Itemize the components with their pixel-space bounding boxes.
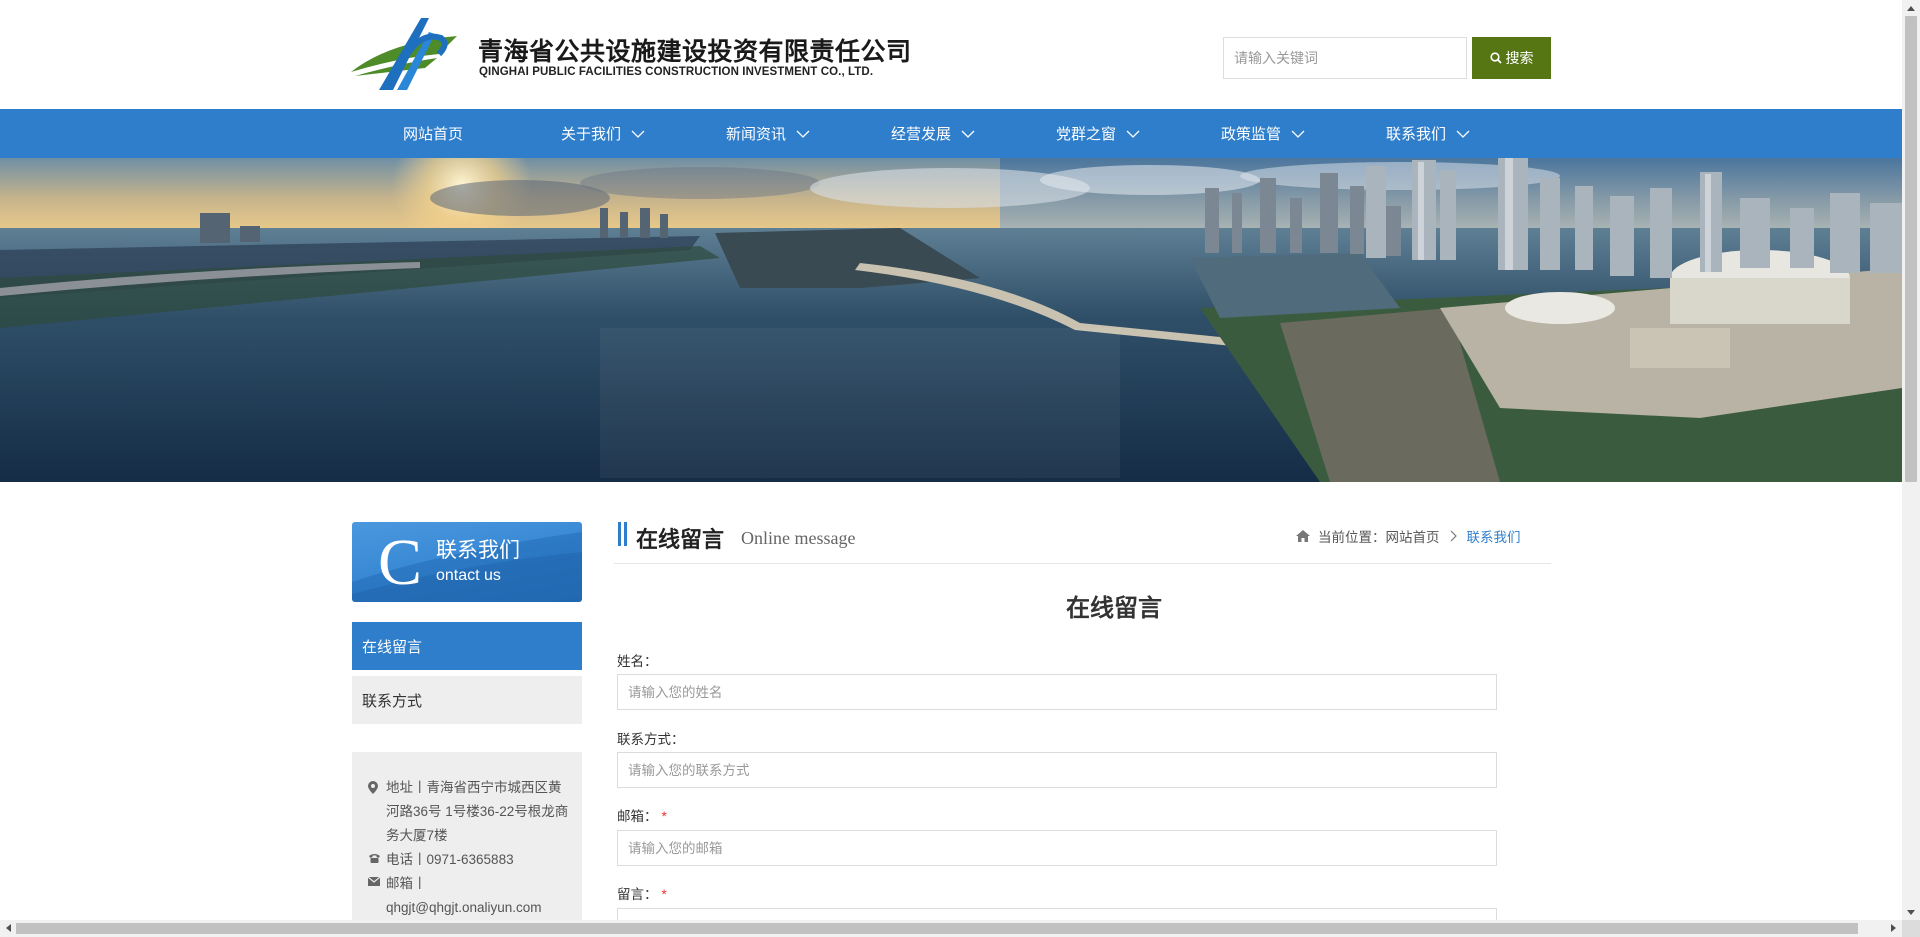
- contact-phone: 电话丨0971-6365883: [368, 848, 572, 872]
- chevron-down-icon: [1291, 130, 1305, 138]
- breadcrumb-home[interactable]: 网站首页: [1386, 526, 1440, 546]
- form-title: 在线留言: [1066, 594, 1162, 622]
- chevron-down-icon: [1456, 130, 1470, 138]
- scrollbar-corner: [1902, 920, 1920, 937]
- city-banner-image: [0, 158, 1902, 482]
- name-input[interactable]: [617, 674, 1497, 710]
- chevron-down-icon: [961, 130, 975, 138]
- contact-label-text: 联系方式：: [617, 732, 685, 747]
- nav-item-home[interactable]: 网站首页: [403, 109, 463, 158]
- contact-email-text: qhgjt@qhgjt.onaliyun.com: [386, 900, 542, 915]
- company-name-cn: 青海省公共设施建设投资有限责任公司: [478, 37, 912, 66]
- home-icon: [1296, 530, 1310, 542]
- scroll-right-arrow-icon[interactable]: [1885, 920, 1901, 936]
- contact-email: 邮箱丨: [368, 872, 572, 896]
- main-nav: 网站首页 关于我们 新闻资讯 经营发展 党群之窗 政策监管 联系我们: [0, 109, 1902, 158]
- title-divider: [614, 563, 1551, 564]
- email-field-label: 邮箱： *: [617, 805, 667, 825]
- contact-info-box: 地址丨青海省西宁市城西区黄河路36号 1号楼36-22号根龙商务大厦7楼 电话丨…: [352, 752, 582, 922]
- location-pin-icon: [368, 776, 386, 848]
- nav-item-news[interactable]: 新闻资讯: [726, 109, 810, 158]
- sidebar-header-title: 联系我们: [436, 539, 520, 562]
- sidebar-header-subtitle: ontact us: [436, 567, 501, 584]
- chevron-right-icon: [1450, 530, 1457, 542]
- scroll-up-arrow-icon[interactable]: [1903, 0, 1919, 16]
- contact-field-label: 联系方式：: [617, 728, 685, 748]
- contact-phone-text: 电话丨0971-6365883: [386, 852, 514, 867]
- nav-item-party[interactable]: 党群之窗: [1056, 109, 1140, 158]
- nav-item-about[interactable]: 关于我们: [561, 109, 645, 158]
- sidebar-header: C 联系我们 ontact us: [352, 522, 582, 602]
- nav-item-policy[interactable]: 政策监管: [1221, 109, 1305, 158]
- chevron-down-icon: [1126, 130, 1140, 138]
- search-button-label: 搜索: [1505, 50, 1534, 66]
- nav-item-contact[interactable]: 联系我们: [1386, 109, 1470, 158]
- breadcrumb: 当前位置： 网站首页 联系我们: [1296, 526, 1521, 546]
- contact-address: 地址丨青海省西宁市城西区黄河路36号 1号楼36-22号根龙商务大厦7楼: [368, 776, 572, 848]
- contact-input[interactable]: [617, 752, 1497, 788]
- company-logo[interactable]: [349, 14, 459, 92]
- email-label-text: 邮箱：: [617, 809, 658, 824]
- search-input[interactable]: [1223, 37, 1467, 79]
- scroll-left-arrow-icon[interactable]: [0, 920, 16, 936]
- page: 青海省公共设施建设投资有限责任公司 QINGHAI PUBLIC FACILIT…: [0, 0, 1920, 937]
- contact-email-label: 邮箱丨: [386, 876, 427, 891]
- chevron-down-icon: [631, 130, 645, 138]
- sidebar-header-letter: C: [378, 526, 423, 599]
- section-subtitle: Online message: [741, 528, 856, 548]
- search-button[interactable]: 搜索: [1472, 37, 1551, 79]
- vertical-scroll-thumb[interactable]: [1905, 16, 1917, 482]
- scroll-down-arrow-icon[interactable]: [1903, 904, 1919, 920]
- name-label-text: 姓名：: [617, 654, 658, 669]
- nav-label: 政策监管: [1221, 126, 1282, 143]
- required-mark: *: [661, 887, 667, 902]
- required-mark: *: [661, 809, 667, 824]
- nav-label: 网站首页: [403, 126, 464, 143]
- envelope-icon: [368, 872, 386, 896]
- sidebar-item-online-message[interactable]: 在线留言: [352, 622, 582, 670]
- vertical-scrollbar[interactable]: [1902, 0, 1920, 920]
- contact-address-text: 地址丨青海省西宁市城西区黄河路36号 1号楼36-22号根龙商务大厦7楼: [386, 780, 569, 843]
- sidebar-item-contact-info[interactable]: 联系方式: [352, 676, 582, 724]
- site-header: 青海省公共设施建设投资有限责任公司 QINGHAI PUBLIC FACILIT…: [0, 0, 1902, 109]
- nav-item-business[interactable]: 经营发展: [891, 109, 975, 158]
- message-field-label: 留言： *: [617, 883, 667, 903]
- nav-label: 联系我们: [1386, 126, 1447, 143]
- company-name-en: QINGHAI PUBLIC FACILITIES CONSTRUCTION I…: [479, 66, 874, 78]
- horizontal-scroll-thumb[interactable]: [16, 923, 1858, 934]
- nav-label: 党群之窗: [1056, 126, 1117, 143]
- name-field-label: 姓名：: [617, 650, 658, 670]
- sidebar-item-label: 联系方式: [362, 692, 423, 710]
- email-input[interactable]: [617, 830, 1497, 866]
- message-textarea[interactable]: [617, 908, 1497, 920]
- breadcrumb-current[interactable]: 联系我们: [1467, 526, 1521, 546]
- search-icon: [1489, 52, 1502, 64]
- section-title: 在线留言: [636, 527, 725, 552]
- horizontal-scrollbar[interactable]: [0, 920, 1902, 937]
- phone-icon: [368, 848, 386, 872]
- nav-label: 新闻资讯: [726, 126, 787, 143]
- nav-label: 经营发展: [891, 126, 952, 143]
- chevron-down-icon: [796, 130, 810, 138]
- message-label-text: 留言：: [617, 887, 658, 902]
- nav-label: 关于我们: [561, 126, 622, 143]
- sidebar-item-label: 在线留言: [362, 638, 423, 656]
- breadcrumb-prefix: 当前位置：: [1318, 530, 1386, 545]
